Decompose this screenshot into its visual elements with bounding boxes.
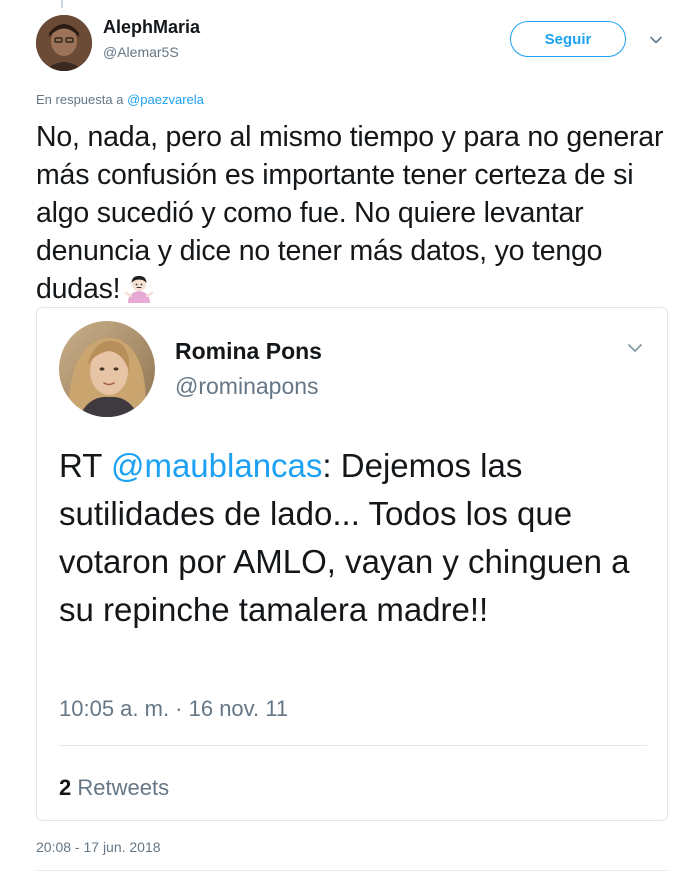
- chevron-down-icon[interactable]: [625, 338, 645, 358]
- chevron-down-icon[interactable]: [648, 32, 664, 48]
- author-name[interactable]: AlephMaria: [103, 17, 200, 38]
- author-handle[interactable]: @Alemar5S: [103, 44, 179, 60]
- reply-context-prefix: En respuesta a: [36, 92, 124, 107]
- quoted-mention-link[interactable]: @maublancas: [111, 447, 322, 484]
- user-photo-icon: [36, 15, 92, 71]
- quoted-author-avatar[interactable]: [59, 321, 155, 417]
- quoted-tweet-card[interactable]: Romina Pons @rominapons RT @maublancas: …: [36, 307, 668, 821]
- retweet-count-label: Retweets: [77, 775, 170, 800]
- retweet-count-number: 2: [59, 775, 72, 800]
- retweet-count[interactable]: 2 Retweets: [59, 775, 169, 801]
- author-avatar[interactable]: [36, 15, 92, 71]
- reply-context: En respuesta a @paezvarela: [36, 92, 204, 107]
- quoted-tweet-time[interactable]: 10:05 a. m. · 16 nov. 11: [59, 696, 288, 722]
- tweet-timestamp[interactable]: 20:08 - 17 jun. 2018: [36, 839, 161, 855]
- tweet-text: No, nada, pero al mismo tiempo y para no…: [36, 118, 676, 308]
- follow-button[interactable]: Seguir: [510, 21, 626, 57]
- divider: [59, 745, 647, 746]
- quoted-author-name[interactable]: Romina Pons: [175, 338, 322, 365]
- quoted-tweet-text: RT @maublancas: Dejemos las sutilidades …: [59, 442, 649, 634]
- user-photo-icon: [59, 321, 155, 417]
- divider: [36, 870, 668, 871]
- person-shrugging-emoji-icon: [125, 275, 154, 303]
- reply-mention-link[interactable]: @paezvarela: [127, 92, 204, 107]
- quoted-rt-prefix: RT: [59, 447, 102, 484]
- quoted-author-handle[interactable]: @rominapons: [175, 373, 319, 400]
- thread-connector-line: [61, 0, 63, 8]
